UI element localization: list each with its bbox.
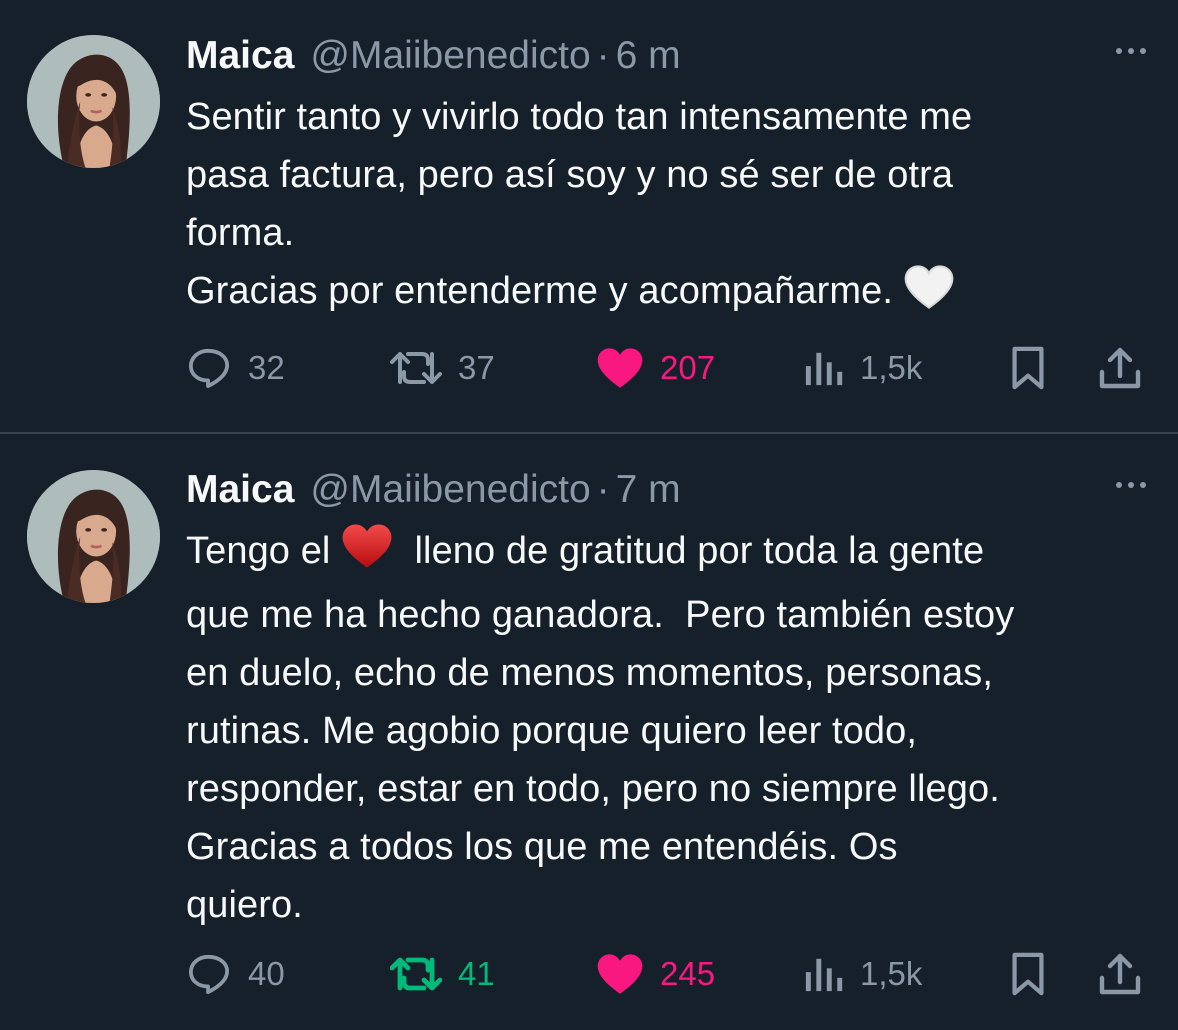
- share-button[interactable]: [1098, 346, 1142, 390]
- views-icon: [805, 352, 843, 386]
- tweet-text: Tengo el lleno de gratitud por toda la g…: [186, 522, 1154, 934]
- heart-filled-icon: [597, 348, 643, 388]
- retweet-button[interactable]: 37: [390, 348, 495, 388]
- views-button[interactable]: 1,5k: [802, 955, 922, 993]
- separator-dot: ·: [596, 34, 610, 77]
- heart-filled-icon: [597, 954, 643, 994]
- avatar[interactable]: [27, 35, 160, 168]
- tweet-line: responder, estar en todo, pero no siempr…: [186, 768, 1000, 810]
- avatar-image: [27, 35, 160, 168]
- separator-dot: ·: [596, 468, 610, 511]
- retweet-icon: [390, 352, 442, 384]
- retweet-icon: [390, 957, 442, 991]
- tweet-text: Sentir tanto y vivirlo todo tan intensam…: [186, 88, 1154, 326]
- tweet-actions: 32 37 207 1,5k: [186, 346, 1148, 390]
- reply-button[interactable]: 32: [186, 347, 285, 389]
- share-button[interactable]: [1098, 952, 1142, 996]
- retweet-count: 41: [458, 955, 495, 992]
- like-button[interactable]: 245: [596, 953, 715, 995]
- tweet-line: que me ha hecho ganadora. Pero también e…: [186, 594, 1015, 636]
- reply-icon: [188, 348, 230, 389]
- like-count: 245: [660, 955, 716, 992]
- white-heart-icon: [904, 265, 954, 326]
- more-options-icon[interactable]: [1116, 482, 1146, 488]
- share-icon: [1099, 953, 1141, 995]
- share-icon: [1099, 347, 1141, 389]
- views-icon: [805, 958, 843, 992]
- retweet-button[interactable]: 41: [390, 954, 495, 994]
- tweet-line: en duelo, echo de menos momentos, person…: [186, 652, 994, 694]
- more-options-icon[interactable]: [1116, 48, 1146, 54]
- reply-count: 32: [248, 349, 285, 386]
- avatar[interactable]: [27, 470, 160, 603]
- tweet-actions: 40 41 245 1,5k: [186, 952, 1148, 996]
- tweet-line: Tengo el lleno de gratitud por toda la g…: [186, 522, 1154, 586]
- user-handle[interactable]: @Maiibenedicto: [310, 34, 590, 78]
- display-name[interactable]: Maica: [186, 34, 294, 78]
- like-count: 207: [660, 349, 716, 386]
- views-count: 1,5k: [860, 955, 923, 992]
- tweet-line: Gracias a todos los que me entendéis. Os: [186, 826, 898, 868]
- retweet-count: 37: [458, 349, 495, 386]
- display-name[interactable]: Maica: [186, 468, 294, 512]
- bookmark-button[interactable]: [1008, 345, 1048, 391]
- bookmark-icon: [1012, 346, 1044, 390]
- reply-count: 40: [248, 955, 285, 992]
- like-button[interactable]: 207: [596, 347, 715, 389]
- views-button[interactable]: 1,5k: [802, 349, 922, 387]
- tweet-2[interactable]: Maica @Maiibenedicto · 7 m Tengo el llen…: [0, 434, 1178, 1030]
- red-heart-icon: [341, 523, 393, 586]
- tweet-line: quiero.: [186, 884, 303, 926]
- user-handle[interactable]: @Maiibenedicto: [310, 468, 590, 512]
- tweet-1[interactable]: Maica @Maiibenedicto · 6 m Sentir tanto …: [0, 0, 1178, 434]
- bookmark-button[interactable]: [1008, 951, 1048, 997]
- timestamp[interactable]: 6 m: [616, 34, 681, 78]
- bookmark-icon: [1012, 952, 1044, 996]
- tweet-line: Gracias por entenderme y acompañarme.: [186, 262, 1154, 326]
- views-count: 1,5k: [860, 349, 923, 386]
- tweet-header: Maica @Maiibenedicto · 6 m: [186, 34, 1154, 78]
- reply-icon: [188, 954, 230, 995]
- tweet-line: pasa factura, pero así soy y no sé ser d…: [186, 154, 954, 196]
- tweet-line: rutinas. Me agobio porque quiero leer to…: [186, 710, 917, 752]
- avatar-image: [27, 470, 160, 603]
- reply-button[interactable]: 40: [186, 953, 285, 995]
- tweet-line: forma.: [186, 212, 295, 254]
- tweet-header: Maica @Maiibenedicto · 7 m: [186, 468, 1154, 512]
- tweet-line: Sentir tanto y vivirlo todo tan intensam…: [186, 96, 973, 138]
- timestamp[interactable]: 7 m: [616, 468, 681, 512]
